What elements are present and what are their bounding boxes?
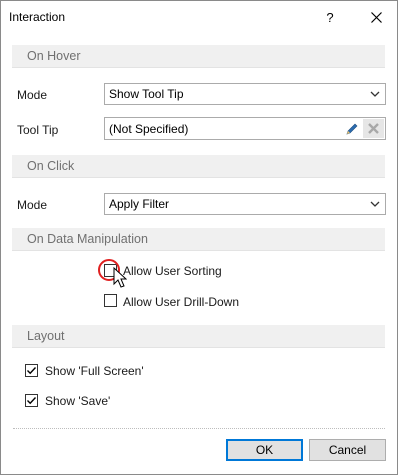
- chevron-down-icon: [370, 201, 380, 207]
- section-on-data-manipulation: On Data Manipulation: [12, 228, 385, 251]
- show-save-label: Show 'Save': [45, 394, 111, 408]
- dialog-title: Interaction: [9, 10, 66, 24]
- section-on-hover: On Hover: [12, 45, 385, 68]
- show-save-checkbox[interactable]: [25, 394, 38, 407]
- show-full-screen-checkbox[interactable]: [25, 364, 38, 377]
- footer-divider: [13, 428, 385, 429]
- allow-user-sorting-label: Allow User Sorting: [123, 264, 222, 278]
- click-mode-label: Mode: [17, 198, 48, 212]
- close-icon: [370, 11, 382, 23]
- section-header-layout: Layout: [27, 329, 65, 343]
- click-mode-dropdown[interactable]: Apply Filter: [104, 193, 386, 215]
- cancel-button[interactable]: Cancel: [309, 439, 386, 461]
- pencil-icon: [346, 123, 358, 134]
- help-button[interactable]: ?: [313, 1, 347, 33]
- tooltip-field[interactable]: (Not Specified): [104, 117, 386, 140]
- interaction-dialog: Interaction ? On Hover Mode Show Tool Ti…: [0, 0, 398, 475]
- title-bar: Interaction ?: [1, 1, 397, 33]
- ok-button[interactable]: OK: [226, 439, 303, 461]
- hover-mode-value: Show Tool Tip: [109, 87, 184, 101]
- checkmark-icon: [27, 397, 37, 405]
- allow-user-drilldown-label: Allow User Drill-Down: [123, 295, 240, 309]
- section-header-on-hover: On Hover: [27, 49, 81, 63]
- checkmark-icon: [27, 367, 37, 375]
- mouse-pointer-icon: [113, 267, 127, 288]
- close-button[interactable]: [359, 1, 393, 33]
- show-full-screen-label: Show 'Full Screen': [45, 364, 144, 378]
- clear-tooltip-button[interactable]: [363, 119, 384, 138]
- hover-mode-label: Mode: [17, 88, 48, 102]
- click-mode-value: Apply Filter: [109, 197, 170, 211]
- tooltip-value: (Not Specified): [109, 122, 189, 136]
- allow-user-drilldown-checkbox[interactable]: [104, 294, 117, 307]
- edit-tooltip-button[interactable]: [342, 119, 362, 138]
- section-header-on-click: On Click: [27, 159, 75, 173]
- section-layout: Layout: [12, 325, 385, 348]
- clear-icon: [368, 123, 379, 134]
- chevron-down-icon: [370, 91, 380, 97]
- tooltip-label: Tool Tip: [17, 123, 59, 137]
- section-header-on-data-manipulation: On Data Manipulation: [27, 232, 148, 246]
- section-on-click: On Click: [12, 155, 385, 178]
- hover-mode-dropdown[interactable]: Show Tool Tip: [104, 83, 386, 105]
